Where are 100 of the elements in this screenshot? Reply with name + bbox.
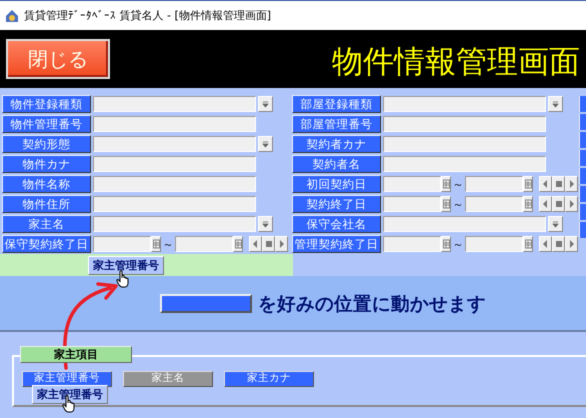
calendar-button[interactable] (441, 236, 451, 252)
next-button[interactable] (275, 236, 288, 252)
field-label: 管理契約終了日 (292, 235, 381, 253)
stop-button[interactable] (552, 196, 565, 212)
field-label: 契約形態 (2, 135, 91, 153)
caret-icon (262, 100, 269, 108)
dropdown-field[interactable] (383, 96, 546, 112)
calendar-button[interactable] (441, 196, 451, 212)
left-triangle-icon (253, 240, 258, 248)
date-field[interactable] (465, 236, 523, 252)
field-label: 部屋登録種類 (292, 95, 381, 113)
caret-icon (262, 140, 269, 148)
calendar-button[interactable] (151, 236, 161, 252)
label-edge (579, 150, 586, 166)
field-label: 物件住所 (2, 195, 91, 213)
calendar-button[interactable] (523, 176, 533, 192)
left-triangle-icon (543, 240, 548, 248)
field-label: 契約終了日 (292, 195, 381, 213)
app-icon (5, 8, 19, 22)
text-field[interactable] (93, 176, 256, 192)
field-label: 物件登録種類 (2, 95, 91, 113)
calendar-button[interactable] (233, 236, 243, 252)
calendar-icon (524, 239, 532, 249)
field-label: 初回契約日 (292, 175, 381, 193)
dropdown-button[interactable] (258, 96, 273, 112)
previous-button[interactable] (539, 236, 552, 252)
caret-icon (262, 220, 269, 228)
calendar-button[interactable] (523, 236, 533, 252)
range-separator: ～ (452, 196, 464, 212)
stop-button[interactable] (552, 236, 565, 252)
field-label: 契約者名 (292, 155, 381, 173)
text-field[interactable] (383, 156, 546, 172)
square-icon (556, 181, 562, 187)
next-button[interactable] (565, 176, 578, 192)
dropdown-button[interactable] (548, 96, 563, 112)
dropdown-field[interactable] (93, 136, 256, 152)
next-button[interactable] (565, 196, 578, 212)
close-button[interactable]: 閉じる (6, 39, 110, 79)
screen-title: 物件情報管理画面 (332, 43, 580, 82)
dropdown-button[interactable] (258, 216, 273, 232)
group-legend: 家主項目 (20, 346, 132, 363)
field-label: 部屋管理番号 (292, 115, 381, 133)
field-chip[interactable]: 家主カナ (224, 371, 314, 387)
label-edge (579, 168, 586, 184)
right-triangle-icon (279, 240, 284, 248)
stop-button[interactable] (262, 236, 275, 252)
label-edge (579, 222, 586, 238)
dropdown-field[interactable] (383, 216, 546, 232)
date-field[interactable] (93, 236, 151, 252)
field-label: 物件カナ (2, 155, 91, 173)
left-triangle-icon (543, 180, 548, 188)
text-field[interactable] (383, 116, 546, 132)
date-field[interactable] (383, 196, 441, 212)
window-title: 賃貸管理ﾃﾞｰﾀﾍﾞｰｽ 賃貸名人 - [物件情報管理画面] (24, 8, 272, 23)
dropdown-field[interactable] (93, 216, 256, 232)
caret-icon (552, 100, 559, 108)
field-label: 保守会社名 (292, 215, 381, 233)
calendar-button[interactable] (441, 176, 451, 192)
label-edge (579, 186, 586, 202)
label-edge (579, 132, 586, 148)
hand-cursor-icon (116, 270, 130, 288)
text-field[interactable] (93, 196, 256, 212)
stop-button[interactable] (552, 176, 565, 192)
range-separator: ～ (452, 236, 464, 252)
calendar-icon (442, 199, 450, 209)
range-separator: ～ (162, 236, 174, 252)
field-label: 契約者カナ (292, 135, 381, 153)
right-triangle-icon (569, 200, 574, 208)
calendar-button[interactable] (523, 196, 533, 212)
previous-button[interactable] (539, 196, 552, 212)
date-field[interactable] (383, 176, 441, 192)
right-triangle-icon (569, 240, 574, 248)
field-label: 家主名 (2, 215, 91, 233)
field-label: 物件管理番号 (2, 115, 91, 133)
square-icon (266, 241, 272, 247)
text-field[interactable] (93, 116, 256, 132)
label-edge (579, 114, 586, 130)
square-icon (556, 241, 562, 247)
label-edge (579, 96, 586, 112)
date-field[interactable] (175, 236, 233, 252)
hint-text: を好みの位置に動かせます (258, 292, 486, 316)
square-icon (556, 201, 562, 207)
calendar-icon (234, 239, 242, 249)
field-chip[interactable]: 家主管理番号 (88, 256, 164, 275)
date-field[interactable] (465, 196, 523, 212)
dropdown-button[interactable] (258, 136, 273, 152)
text-field[interactable] (383, 136, 546, 152)
dropdown-button[interactable] (548, 216, 563, 232)
calendar-icon (442, 179, 450, 189)
caret-icon (552, 220, 559, 228)
previous-button[interactable] (249, 236, 262, 252)
text-field[interactable] (93, 156, 256, 172)
dropdown-field[interactable] (93, 96, 256, 112)
date-field[interactable] (383, 236, 441, 252)
field-label: 物件名称 (2, 175, 91, 193)
date-field[interactable] (465, 176, 523, 192)
right-triangle-icon (569, 180, 574, 188)
left-triangle-icon (543, 200, 548, 208)
previous-button[interactable] (539, 176, 552, 192)
next-button[interactable] (565, 236, 578, 252)
